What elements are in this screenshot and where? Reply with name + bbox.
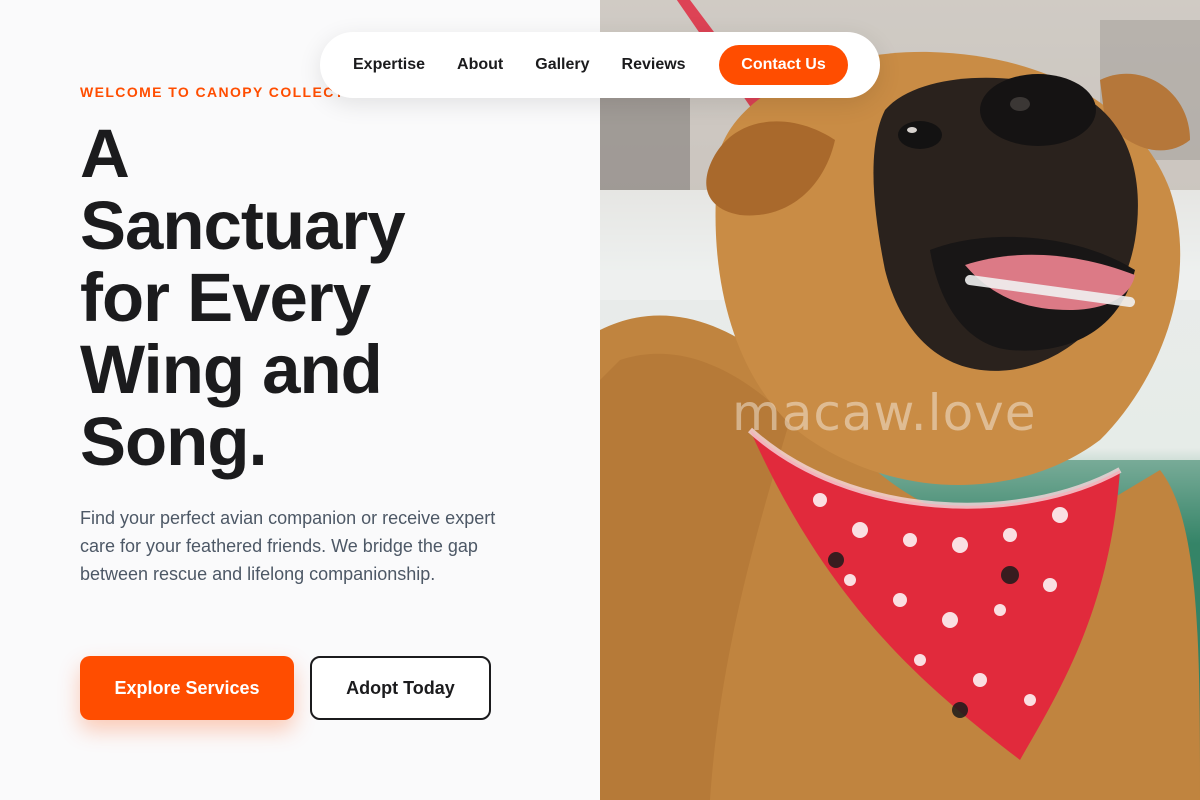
headline-line: for Every — [80, 259, 371, 336]
contact-us-button[interactable]: Contact Us — [719, 45, 848, 85]
hero-text-panel: WELCOME TO CANOPY COLLECT A Sanctuary fo… — [0, 0, 600, 800]
headline-line: A — [80, 115, 130, 192]
nav-link-reviews[interactable]: Reviews — [622, 56, 686, 74]
nav-link-gallery[interactable]: Gallery — [535, 56, 589, 74]
headline-line: Sanctuary — [80, 187, 406, 264]
photo-watermark: macaw.love — [732, 384, 1037, 442]
headline-line: Song. — [80, 403, 268, 480]
adopt-today-button[interactable]: Adopt Today — [310, 656, 491, 720]
nav-link-expertise[interactable]: Expertise — [353, 56, 425, 74]
main-nav: Expertise About Gallery Reviews Contact … — [320, 32, 880, 98]
nav-link-about[interactable]: About — [457, 56, 503, 74]
hero-headline: A Sanctuary for Every Wing and Song. — [80, 118, 540, 478]
hero-eyebrow: WELCOME TO CANOPY COLLECT — [80, 84, 345, 100]
hero-description: Find your perfect avian companion or rec… — [80, 508, 496, 584]
explore-services-button[interactable]: Explore Services — [80, 656, 294, 720]
headline-line: Wing and — [80, 331, 383, 408]
